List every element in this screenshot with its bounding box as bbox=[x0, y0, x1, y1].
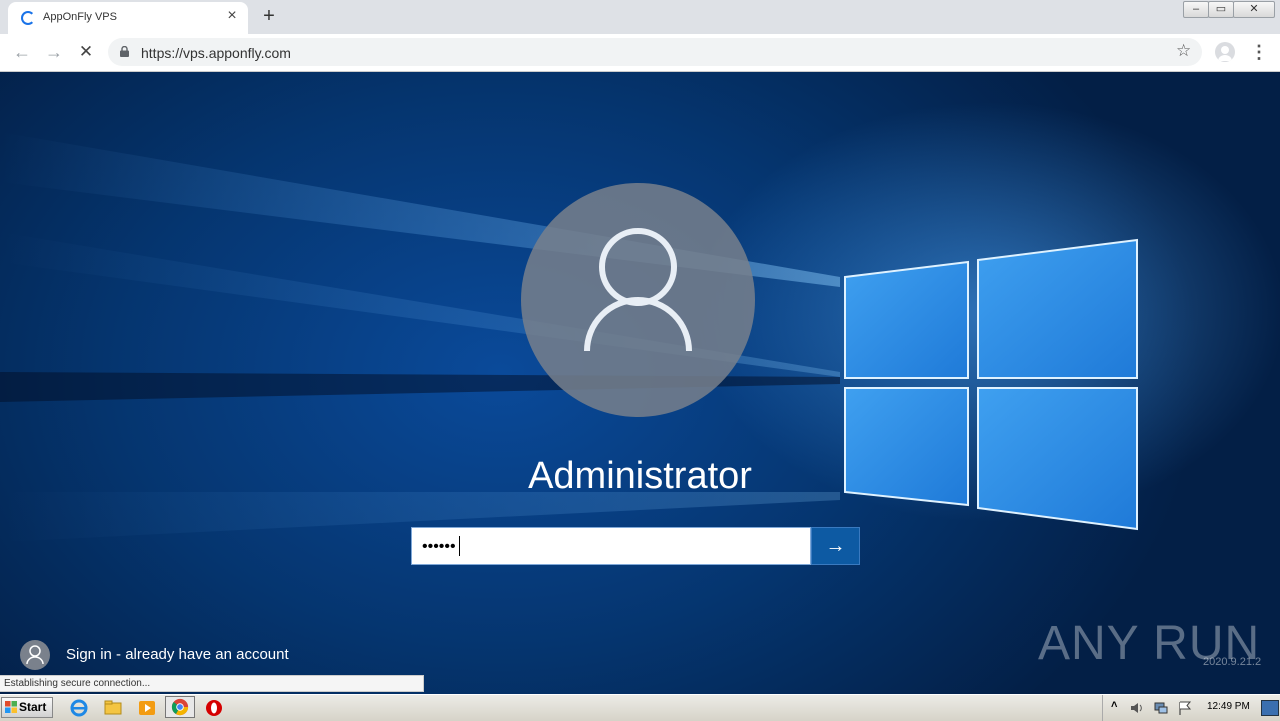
window-maximize-button[interactable]: ▭ bbox=[1208, 1, 1234, 18]
status-bubble: Establishing secure connection... bbox=[0, 675, 424, 692]
bookmark-star-icon[interactable]: ☆ bbox=[1176, 41, 1191, 61]
system-tray: ˄ 12:49 PM bbox=[1102, 695, 1280, 721]
user-circle-icon bbox=[20, 640, 50, 670]
start-label: Start bbox=[19, 700, 47, 714]
windows-flag-icon bbox=[5, 701, 17, 713]
username-label: Administrator bbox=[528, 455, 752, 497]
more-menu-icon[interactable]: ⋮ bbox=[1250, 40, 1268, 64]
text-caret bbox=[459, 536, 460, 556]
media-player-icon[interactable] bbox=[137, 698, 157, 718]
start-button[interactable]: Start bbox=[1, 697, 53, 718]
clock[interactable]: 12:49 PM bbox=[1207, 701, 1250, 712]
tab-title: AppOnFly VPS bbox=[43, 11, 117, 23]
user-silhouette-icon bbox=[584, 228, 692, 352]
windows-taskbar: Start ˄ 12:49 PM bbox=[0, 694, 1280, 721]
ie-icon[interactable] bbox=[69, 698, 89, 718]
volume-icon[interactable] bbox=[1129, 700, 1145, 716]
network-icon[interactable] bbox=[1153, 700, 1169, 716]
version-label: 2020.9.21.2 bbox=[1203, 656, 1262, 668]
address-bar[interactable]: https://vps.apponfly.com ☆ bbox=[108, 38, 1202, 66]
stop-loading-icon[interactable]: ✕ bbox=[74, 41, 98, 65]
forward-arrow-icon[interactable]: → bbox=[42, 41, 66, 65]
window-minimize-button[interactable]: – bbox=[1183, 1, 1209, 18]
lock-icon bbox=[120, 46, 129, 57]
password-value[interactable]: •••••• bbox=[422, 538, 456, 556]
tray-expand-icon[interactable]: ˄ bbox=[1111, 699, 1117, 711]
opera-icon[interactable] bbox=[204, 698, 224, 718]
action-center-flag-icon[interactable] bbox=[1177, 700, 1193, 716]
login-screen: Administrator •••••• → Sign in - already… bbox=[0, 72, 1280, 694]
profile-avatar-icon[interactable] bbox=[1215, 42, 1235, 62]
chrome-icon bbox=[171, 698, 189, 716]
tab-close-icon[interactable]: × bbox=[224, 8, 240, 24]
new-tab-button[interactable]: + bbox=[259, 6, 279, 26]
browser-tab[interactable]: AppOnFly VPS × bbox=[8, 2, 248, 34]
explorer-icon[interactable] bbox=[103, 698, 123, 718]
tab-strip: AppOnFly VPS × + – ▭ ✕ bbox=[0, 0, 1280, 34]
show-desktop-icon[interactable] bbox=[1261, 700, 1279, 716]
loading-spinner-icon bbox=[21, 11, 35, 25]
back-arrow-icon[interactable]: ← bbox=[10, 41, 34, 65]
chrome-taskbar-button[interactable] bbox=[165, 696, 195, 718]
window-close-button[interactable]: ✕ bbox=[1233, 1, 1275, 18]
url-text[interactable]: https://vps.apponfly.com bbox=[141, 45, 291, 61]
alt-signin-label[interactable]: Sign in - already have an account bbox=[66, 646, 289, 663]
user-avatar bbox=[521, 183, 755, 417]
password-field[interactable]: •••••• bbox=[411, 527, 811, 565]
submit-arrow-button[interactable]: → bbox=[811, 527, 860, 565]
browser-toolbar: ← → ✕ https://vps.apponfly.com ☆ ⋮ bbox=[0, 34, 1280, 72]
